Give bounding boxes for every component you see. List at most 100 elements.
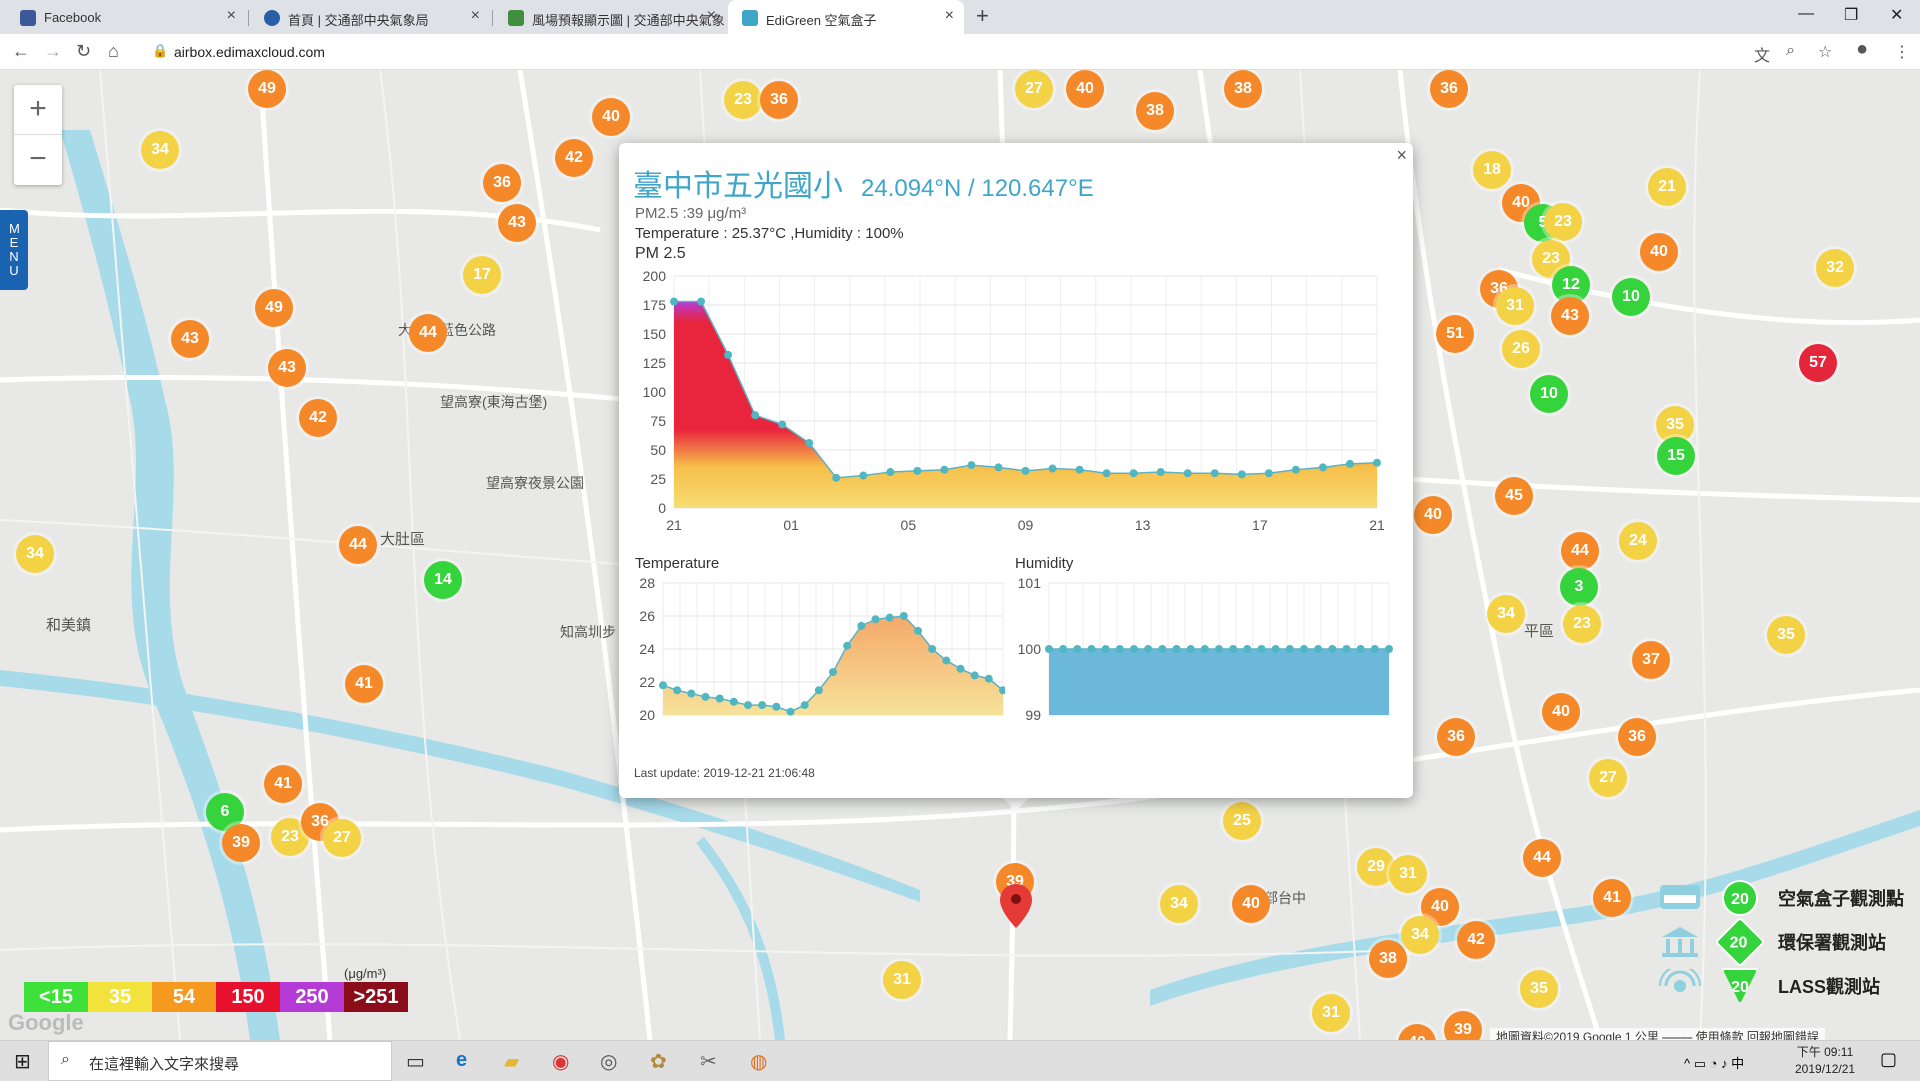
aqi-marker[interactable]: 31	[1389, 855, 1427, 893]
zoom-icon[interactable]: ⌕	[1786, 42, 1795, 60]
bookmark-star-icon[interactable]: ☆	[1818, 42, 1832, 62]
aqi-marker[interactable]: 43	[268, 349, 306, 387]
aqi-marker[interactable]: 37	[1632, 641, 1670, 679]
aqi-marker[interactable]: 38	[1136, 92, 1174, 130]
translate-icon[interactable]: 文	[1754, 42, 1770, 66]
aqi-marker[interactable]: 36	[1437, 718, 1475, 756]
menu-button[interactable]: MENU	[0, 210, 28, 290]
profile-avatar-icon[interactable]: ●	[1856, 38, 1868, 61]
aqi-marker[interactable]: 41	[1593, 879, 1631, 917]
aqi-marker[interactable]: 34	[16, 535, 54, 573]
aqi-marker[interactable]: 21	[1648, 168, 1686, 206]
aqi-marker[interactable]: 31	[1496, 287, 1534, 325]
aqi-marker[interactable]: 26	[1502, 330, 1540, 368]
aqi-marker[interactable]: 23	[1563, 605, 1601, 643]
aqi-marker[interactable]: 17	[463, 256, 501, 294]
aqi-marker[interactable]: 40	[592, 98, 630, 136]
aqi-marker[interactable]: 44	[409, 314, 447, 352]
close-tab-icon[interactable]: ×	[471, 7, 480, 25]
aqi-marker[interactable]: 42	[299, 399, 337, 437]
aqi-marker[interactable]: 32	[1816, 249, 1854, 287]
aqi-marker[interactable]: 36	[760, 81, 798, 119]
aqi-marker[interactable]: 35	[1520, 970, 1558, 1008]
aqi-marker[interactable]: 41	[264, 765, 302, 803]
aqi-marker[interactable]: 51	[1436, 315, 1474, 353]
minimize-icon[interactable]: —	[1798, 5, 1814, 23]
system-clock[interactable]: 下午 09:11 2019/12/21	[1795, 1044, 1855, 1078]
aqi-marker[interactable]: 36	[1430, 70, 1468, 108]
aqi-marker[interactable]: 57	[1799, 344, 1837, 382]
aqi-marker[interactable]: 34	[1160, 885, 1198, 923]
tab-wind-forecast[interactable]: 風場預報顯示圖 | 交通部中央氣象 ×	[494, 0, 726, 34]
app-icon-6[interactable]: ✿	[650, 1049, 667, 1074]
aqi-marker[interactable]: 43	[498, 204, 536, 242]
aqi-marker[interactable]: 27	[1015, 70, 1053, 108]
aqi-marker[interactable]: 18	[1473, 151, 1511, 189]
aqi-marker[interactable]: 10	[1530, 375, 1568, 413]
app-icon-7[interactable]: ✂	[700, 1049, 717, 1074]
aqi-marker[interactable]: 40	[1414, 496, 1452, 534]
aqi-marker[interactable]: 43	[171, 320, 209, 358]
browser-menu-icon[interactable]: ⋮	[1894, 42, 1910, 62]
close-tab-icon[interactable]: ×	[227, 7, 236, 25]
aqi-marker[interactable]: 41	[345, 665, 383, 703]
home-icon[interactable]: ⌂	[108, 41, 119, 62]
aqi-marker[interactable]: 27	[1589, 759, 1627, 797]
windows-start-icon[interactable]: ⊞	[14, 1049, 31, 1074]
aqi-marker[interactable]: 44	[1523, 839, 1561, 877]
aqi-marker[interactable]: 45	[1495, 477, 1533, 515]
aqi-marker[interactable]: 34	[141, 131, 179, 169]
aqi-marker[interactable]: 40	[1232, 885, 1270, 923]
aqi-marker[interactable]: 34	[1401, 916, 1439, 954]
tab-edigreen[interactable]: EdiGreen 空氣盒子 ×	[728, 0, 964, 34]
aqi-marker[interactable]: 43	[1551, 297, 1589, 335]
task-view-icon[interactable]: ▭	[406, 1049, 425, 1074]
new-tab-button[interactable]: +	[976, 3, 989, 29]
close-tab-icon[interactable]: ×	[707, 7, 716, 25]
aqi-marker[interactable]: 40	[1542, 693, 1580, 731]
aqi-marker[interactable]: 49	[248, 70, 286, 108]
aqi-marker[interactable]: 27	[323, 819, 361, 857]
zoom-in-button[interactable]: +	[14, 85, 62, 135]
aqi-marker[interactable]: 35	[1767, 616, 1805, 654]
aqi-marker[interactable]: 42	[555, 139, 593, 177]
system-tray-icons[interactable]: ^ ▭ ◔ ♪ 中	[1684, 1053, 1744, 1072]
aqi-marker[interactable]: 38	[1369, 940, 1407, 978]
selected-location-pin-icon[interactable]	[1000, 884, 1032, 928]
aqi-marker[interactable]: 49	[255, 289, 293, 327]
aqi-marker[interactable]: 40	[1066, 70, 1104, 108]
app-icon-5[interactable]: ◎	[600, 1049, 617, 1074]
aqi-marker[interactable]: 31	[883, 961, 921, 999]
tab-cwb-home[interactable]: 首頁 | 交通部中央氣象局 ×	[250, 0, 490, 34]
app-icon-8[interactable]: ◍	[750, 1049, 767, 1074]
zoom-out-button[interactable]: −	[14, 135, 62, 185]
reload-icon[interactable]: ↻	[76, 41, 91, 62]
aqi-marker[interactable]: 10	[1612, 278, 1650, 316]
aqi-marker[interactable]: 36	[483, 164, 521, 202]
taskbar-search-input[interactable]: ⌕ 在這裡輸入文字來搜尋	[48, 1041, 392, 1081]
aqi-marker[interactable]: 25	[1223, 802, 1261, 840]
aqi-marker[interactable]: 40	[1640, 233, 1678, 271]
maximize-icon[interactable]: ❐	[1844, 5, 1858, 25]
aqi-marker[interactable]: 15	[1657, 437, 1695, 475]
edge-browser-icon[interactable]: e	[456, 1049, 467, 1072]
file-explorer-icon[interactable]: ▰	[504, 1049, 519, 1074]
back-icon[interactable]: ←	[12, 41, 30, 62]
forward-icon[interactable]: →	[44, 41, 62, 62]
map-attribution[interactable]: 地圖資料©2019 Google 1 公里 ⎯⎯⎯⎯⎯ 使用條款 回報地圖錯誤	[1490, 1028, 1825, 1040]
close-window-icon[interactable]: ✕	[1890, 5, 1903, 25]
aqi-marker[interactable]: 36	[1618, 718, 1656, 756]
aqi-marker[interactable]: 31	[1312, 994, 1350, 1032]
aqi-marker[interactable]: 39	[222, 824, 260, 862]
aqi-marker[interactable]: 24	[1619, 522, 1657, 560]
aqi-marker[interactable]: 23	[1544, 203, 1582, 241]
close-tab-icon[interactable]: ×	[945, 7, 954, 25]
tab-facebook[interactable]: Facebook ×	[6, 0, 246, 34]
aqi-marker[interactable]: 44	[339, 526, 377, 564]
aqi-marker[interactable]: 23	[724, 81, 762, 119]
notification-icon[interactable]: ▢	[1880, 1049, 1897, 1070]
aqi-marker[interactable]: 3	[1560, 568, 1598, 606]
aqi-marker[interactable]: 44	[1561, 532, 1599, 570]
aqi-marker[interactable]: 42	[1457, 921, 1495, 959]
close-popup-button[interactable]: ×	[1396, 145, 1407, 166]
